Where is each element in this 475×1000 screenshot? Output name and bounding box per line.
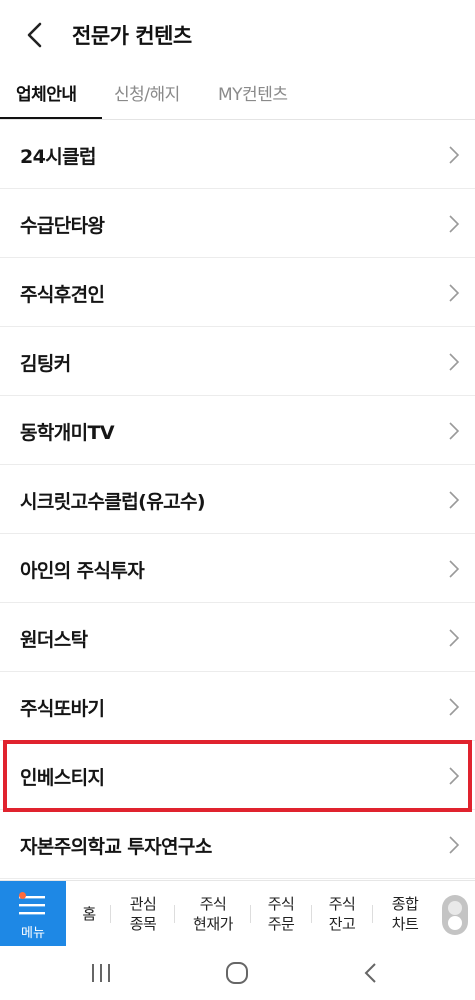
toggle-knob bbox=[448, 916, 462, 930]
nav-balance[interactable]: 주식 잔고 bbox=[315, 881, 369, 947]
list-item[interactable]: 24시클럽 bbox=[0, 120, 475, 189]
bottom-nav: 메뉴 홈 관심 종목 주식 현재가 주식 주문 주식 잔고 종합 차트 bbox=[0, 880, 475, 947]
list-item-label: 아인의 주식투자 bbox=[20, 560, 145, 582]
list-item-label: 시크릿고수클럽(유고수) bbox=[20, 491, 206, 513]
chevron-right-icon bbox=[449, 491, 460, 509]
tab-company-info[interactable]: 업체안내 bbox=[16, 80, 77, 105]
nav-watchlist[interactable]: 관심 종목 bbox=[114, 881, 172, 947]
system-back-icon[interactable] bbox=[356, 960, 386, 986]
list-item[interactable]: 자본주의학교 투자연구소 bbox=[0, 810, 475, 879]
list-item[interactable]: 원더스탁 bbox=[0, 603, 475, 672]
tab-bar: 업체안내 신청/해지 MY컨텐츠 bbox=[0, 70, 475, 120]
chevron-right-icon bbox=[449, 836, 460, 854]
system-nav-bar bbox=[0, 946, 475, 1000]
notification-dot bbox=[19, 892, 26, 899]
chevron-right-icon bbox=[449, 698, 460, 716]
toggle-knob bbox=[448, 901, 462, 915]
nav-home[interactable]: 홈 bbox=[70, 881, 108, 947]
list-item-label: 주식후견인 bbox=[20, 284, 105, 306]
nav-separator bbox=[110, 905, 111, 923]
chevron-right-icon bbox=[449, 353, 460, 371]
tab-subscribe-cancel[interactable]: 신청/해지 bbox=[114, 80, 180, 105]
menu-label: 메뉴 bbox=[21, 926, 45, 941]
nav-chart[interactable]: 종합 차트 bbox=[376, 881, 434, 947]
list-item[interactable]: 시크릿고수클럽(유고수) bbox=[0, 465, 475, 534]
header: 전문가 컨텐츠 bbox=[0, 0, 475, 70]
list-item-label: 인베스티지 bbox=[20, 767, 105, 789]
list-item-label: 수급단타왕 bbox=[20, 215, 105, 237]
nav-current-price[interactable]: 주식 현재가 bbox=[178, 881, 248, 947]
list-item[interactable]: 주식후견인 bbox=[0, 258, 475, 327]
list-item[interactable]: 아인의 주식투자 bbox=[0, 534, 475, 603]
chevron-right-icon bbox=[449, 284, 460, 302]
chevron-right-icon bbox=[449, 560, 460, 578]
nav-separator bbox=[250, 905, 251, 923]
toggle-switch-icon[interactable] bbox=[442, 895, 468, 935]
list-item-label: 김팅커 bbox=[20, 353, 71, 375]
chevron-left-icon bbox=[27, 22, 42, 48]
home-circle-icon[interactable] bbox=[222, 960, 252, 986]
list-item[interactable]: 주식또바기 bbox=[0, 672, 475, 741]
list-item[interactable]: 김팅커 bbox=[0, 327, 475, 396]
list-item-label: 원더스탁 bbox=[20, 629, 88, 651]
chevron-right-icon bbox=[449, 146, 460, 164]
chevron-right-icon bbox=[449, 422, 460, 440]
nav-order[interactable]: 주식 주문 bbox=[254, 881, 308, 947]
nav-separator bbox=[311, 905, 312, 923]
list-item[interactable]: 수급단타왕 bbox=[0, 189, 475, 258]
menu-button[interactable]: 메뉴 bbox=[0, 881, 66, 947]
chevron-right-icon bbox=[449, 215, 460, 233]
nav-separator bbox=[372, 905, 373, 923]
page-title: 전문가 컨텐츠 bbox=[72, 24, 192, 48]
list-item[interactable]: 동학개미TV bbox=[0, 396, 475, 465]
list-item-highlighted[interactable]: 인베스티지 bbox=[0, 741, 475, 810]
recent-apps-icon[interactable] bbox=[86, 960, 116, 986]
tab-my-contents[interactable]: MY컨텐츠 bbox=[218, 80, 288, 105]
chevron-right-icon bbox=[449, 629, 460, 647]
back-button[interactable] bbox=[18, 18, 52, 52]
list-item-label: 동학개미TV bbox=[20, 422, 115, 444]
list-item-label: 24시클럽 bbox=[20, 146, 96, 168]
chevron-right-icon bbox=[449, 767, 460, 785]
list-item-label: 주식또바기 bbox=[20, 698, 105, 720]
nav-separator bbox=[174, 905, 175, 923]
list-item-label: 자본주의학교 투자연구소 bbox=[20, 836, 212, 858]
